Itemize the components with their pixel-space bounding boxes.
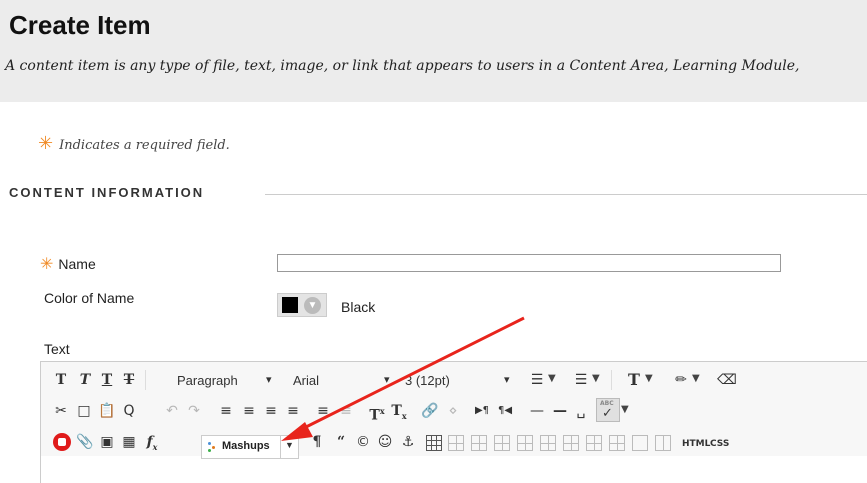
section-divider (265, 194, 867, 195)
chevron-down-icon: ▾ (384, 374, 390, 386)
table-row-after-icon[interactable] (494, 435, 510, 451)
chevron-down-icon: ▾ (266, 374, 272, 386)
required-star-icon: ✳ (38, 133, 54, 154)
font-select[interactable]: Arial ▾ (286, 370, 394, 390)
bold-icon[interactable]: T (51, 370, 71, 390)
section-title: CONTENT INFORMATION (9, 185, 205, 200)
toolbar-separator (145, 370, 146, 390)
chevron-down-icon[interactable]: ▼ (548, 373, 556, 384)
strikethrough-icon[interactable]: T (119, 370, 139, 390)
outdent-icon[interactable]: ≡ (336, 401, 356, 421)
cut-icon[interactable]: ✂ (51, 401, 71, 421)
table-col-after-icon[interactable] (563, 435, 579, 451)
youtube-icon[interactable] (53, 433, 71, 451)
paragraph-mark-icon[interactable]: ¶ (307, 432, 327, 452)
chevron-down-icon[interactable]: ▼ (592, 373, 600, 384)
nonbreaking-space-icon[interactable]: ␣ (571, 401, 591, 421)
ltr-icon[interactable]: ▶¶ (472, 401, 492, 421)
copy-icon[interactable]: □ (74, 401, 94, 421)
table-insert-icon[interactable] (426, 435, 442, 451)
subscript-icon[interactable]: Tx (389, 401, 409, 421)
search-icon[interactable]: Q (119, 401, 139, 421)
align-left-icon[interactable]: ≡ (216, 401, 236, 421)
rtl-icon[interactable]: ¶◀ (495, 401, 515, 421)
name-input[interactable] (277, 254, 781, 272)
chevron-down-icon: ▼ (304, 297, 321, 314)
page-title: Create Item (9, 10, 151, 40)
chevron-down-icon[interactable]: ▼ (285, 440, 294, 450)
color-of-name-label: Color of Name (44, 290, 135, 306)
color-name-value: Black (341, 299, 376, 315)
underline-icon[interactable]: T (97, 370, 117, 390)
thick-rule-icon[interactable]: — (550, 401, 570, 421)
image-icon[interactable]: ▣ (97, 432, 117, 452)
color-swatch (282, 297, 298, 313)
align-center-icon[interactable]: ≡ (239, 401, 259, 421)
media-icon[interactable]: ▦ (119, 432, 139, 452)
name-label: ✳ Name (40, 254, 96, 273)
highlight-icon[interactable]: ✏ (671, 370, 691, 390)
table-delete-row-icon[interactable] (517, 435, 533, 451)
mashups-icon-dot (208, 449, 211, 452)
undo-icon[interactable]: ↶ (162, 401, 182, 421)
numbered-list-icon[interactable]: ☰ (571, 370, 591, 390)
mashups-button[interactable]: Mashups ▼ (201, 435, 299, 459)
table-delete-col-icon[interactable] (586, 435, 602, 451)
bullet-list-icon[interactable]: ☰ (527, 370, 547, 390)
link-icon[interactable]: 🔗 (420, 401, 440, 421)
text-label: Text (44, 341, 70, 357)
table-cell-props-icon[interactable] (655, 435, 671, 451)
eraser-icon[interactable]: ⌫ (717, 370, 737, 390)
paste-icon[interactable]: 📋 (97, 401, 117, 421)
mashups-label: Mashups (222, 440, 270, 452)
css-button[interactable]: CSS (710, 439, 729, 449)
font-select-value: Arial (293, 373, 320, 388)
required-note: ✳ Indicates a required field. (38, 133, 230, 154)
toolbar-separator (611, 370, 612, 390)
copyright-icon[interactable]: © (353, 432, 373, 452)
attachment-icon[interactable]: 📎 (75, 432, 95, 452)
table-col-before-icon[interactable] (540, 435, 556, 451)
mashups-divider (280, 436, 281, 458)
chevron-down-icon[interactable]: ▼ (692, 373, 700, 384)
table-split-cells-icon[interactable] (609, 435, 625, 451)
align-right-icon[interactable]: ≡ (261, 401, 281, 421)
editor-body[interactable] (40, 456, 867, 483)
spellcheck-icon[interactable]: ABC ✓ (596, 398, 620, 422)
chevron-down-icon[interactable]: ▼ (621, 404, 629, 415)
html-button[interactable]: HTML (682, 439, 710, 449)
page-description: A content item is any type of file, text… (5, 58, 800, 74)
blockquote-icon[interactable]: “ (331, 432, 351, 452)
chevron-down-icon: ▾ (504, 374, 510, 386)
mashups-icon-dot (212, 446, 215, 449)
table-merge-cells-icon[interactable] (632, 435, 648, 451)
superscript-icon[interactable]: Tx (367, 401, 387, 424)
formula-icon[interactable]: fx (142, 432, 162, 452)
name-label-text: Name (58, 256, 96, 272)
anchor-icon[interactable]: ⚓ (398, 432, 418, 452)
size-select-value: 3 (12pt) (405, 373, 450, 388)
emoticon-icon[interactable]: ☺ (375, 432, 395, 452)
color-picker-button[interactable]: ▼ (277, 293, 327, 317)
size-select[interactable]: 3 (12pt) ▾ (398, 370, 518, 390)
font-color-icon[interactable]: T (624, 370, 644, 390)
required-star-icon: ✳ (40, 254, 54, 273)
unlink-icon[interactable]: ⋄ (443, 401, 463, 421)
redo-icon[interactable]: ↷ (184, 401, 204, 421)
table-props-icon[interactable] (448, 435, 464, 451)
italic-icon[interactable]: T (75, 370, 95, 390)
horizontal-rule-icon[interactable]: — (527, 401, 547, 421)
chevron-down-icon[interactable]: ▼ (645, 373, 653, 384)
format-select-value: Paragraph (177, 373, 238, 388)
indent-icon[interactable]: ≡ (313, 401, 333, 421)
mashups-icon (208, 442, 211, 445)
required-note-text: Indicates a required field. (59, 138, 230, 153)
table-row-before-icon[interactable] (471, 435, 487, 451)
page-header: Create Item A content item is any type o… (0, 0, 867, 102)
align-justify-icon[interactable]: ≡ (283, 401, 303, 421)
format-select[interactable]: Paragraph ▾ (170, 370, 278, 390)
